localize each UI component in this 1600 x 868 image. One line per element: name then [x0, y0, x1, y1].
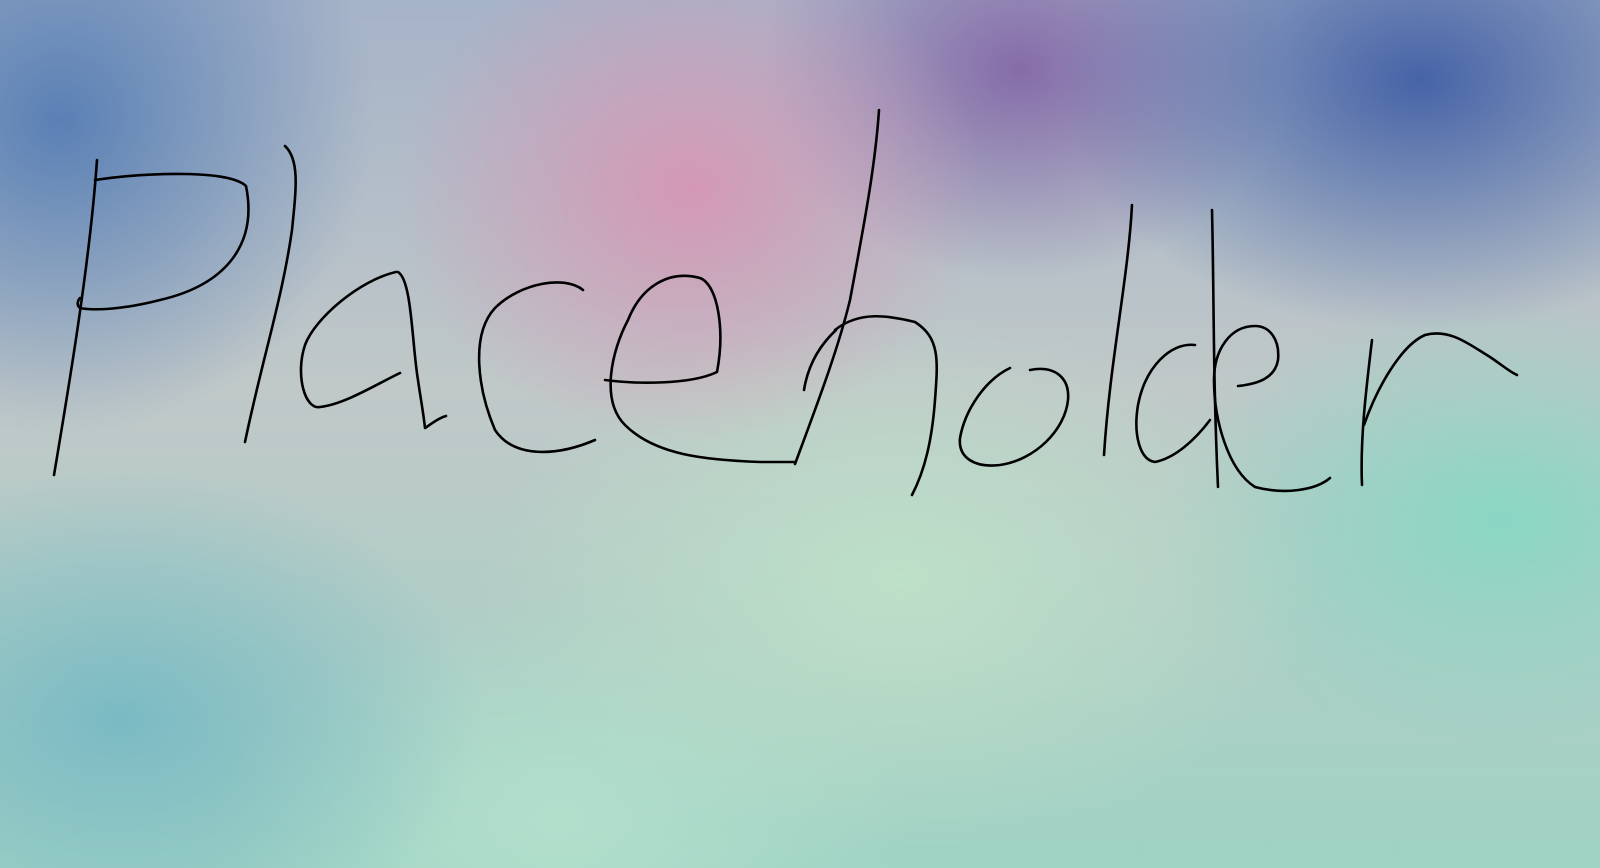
letter-h-stem	[793, 108, 881, 466]
letter-a-bowl	[299, 270, 402, 409]
placeholder-canvas	[0, 0, 1600, 868]
placeholder-handwriting	[52, 108, 1519, 497]
letter-e	[603, 274, 797, 464]
letter-l-1	[243, 144, 297, 444]
letter-h-arch	[833, 314, 939, 497]
letter-e-2	[1212, 324, 1332, 493]
letter-r-stem	[1360, 338, 1374, 487]
letter-o	[958, 366, 1070, 467]
letter-d-bowl	[1135, 343, 1212, 464]
letter-l-2	[1102, 203, 1134, 457]
letter-d-stem	[1210, 208, 1220, 489]
letter-r-arm	[1362, 332, 1519, 427]
letter-p-stem	[52, 158, 99, 477]
letter-a-stem	[396, 270, 448, 430]
letter-c	[477, 281, 597, 454]
letter-p-bowl	[76, 172, 250, 311]
